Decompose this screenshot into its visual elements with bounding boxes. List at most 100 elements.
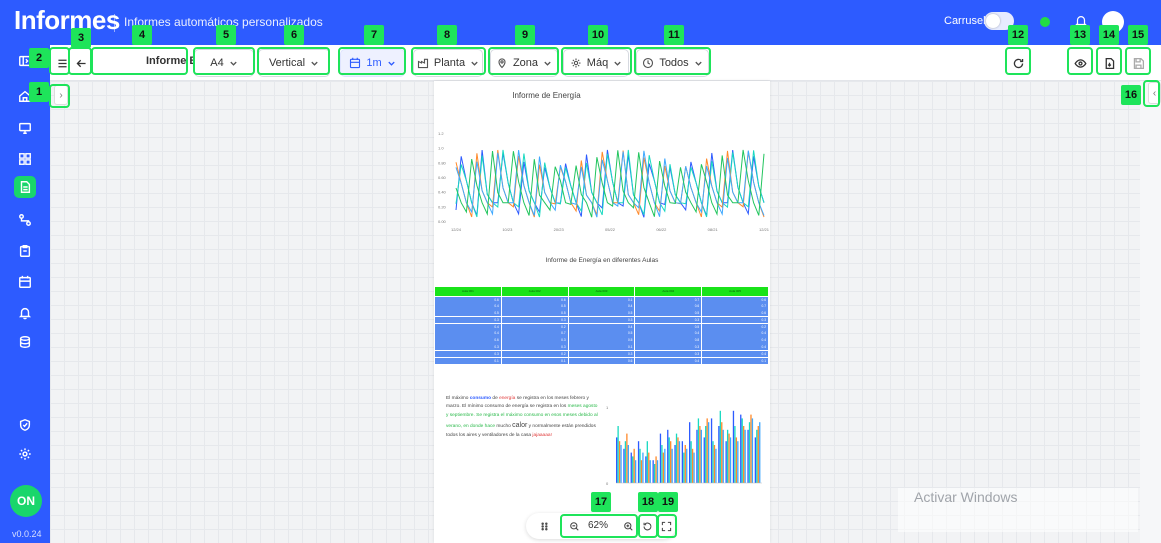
workflow-icon[interactable] (14, 209, 36, 231)
bar (659, 433, 662, 483)
marker-badge: 14 (1099, 25, 1119, 45)
y-tick-label: 0.20 (438, 204, 447, 209)
bar (648, 452, 650, 483)
bar (630, 452, 632, 483)
bar (719, 410, 721, 483)
bar (750, 414, 752, 483)
marker-badge: 1 (29, 82, 49, 102)
table-cell: 0.4 (435, 303, 501, 310)
reset-zoom-button[interactable] (639, 518, 655, 534)
reports-icon[interactable] (14, 176, 36, 198)
expand-left-panel-button[interactable]: › (54, 85, 68, 105)
location-pin-icon (498, 58, 506, 69)
bar (759, 422, 761, 483)
drag-handle-icon[interactable] (536, 518, 552, 534)
bar (653, 464, 656, 483)
table-header-cell: Aula 003 (568, 287, 635, 296)
table-cell: 0.3 (501, 344, 568, 351)
reset-icon (643, 522, 651, 530)
eye-icon (1073, 58, 1087, 68)
report-text-block[interactable]: El máximo consumo de energía se registra… (446, 395, 598, 441)
database-icon[interactable] (14, 331, 36, 353)
orientation-select[interactable]: Vertical (258, 49, 330, 77)
table-cell: 0.4 (435, 323, 501, 330)
clipboard-icon[interactable] (14, 240, 36, 262)
text-run: jajaaaaa! (532, 433, 552, 439)
watermark-text: Activar Windows (914, 489, 1018, 505)
energy-line-chart[interactable]: 0.00 0.20 0.40 0.60 0.80 1.0 1.2 12/24 10/23 20/2… (434, 121, 770, 236)
settings-gear-icon[interactable] (14, 443, 36, 465)
calendar-icon (350, 57, 361, 69)
table-cell: 0.5 (568, 337, 635, 344)
app-logo[interactable]: ON (10, 485, 42, 517)
maquina-filter-select[interactable]: Máq (563, 49, 629, 77)
table-cell: 0.4 (568, 323, 635, 330)
bar (729, 437, 732, 483)
bar (634, 460, 637, 483)
table-cell: 0.3 (568, 350, 635, 358)
calendar-icon[interactable] (14, 271, 36, 293)
bar (646, 441, 648, 483)
x-tick-label: 05/22 (605, 227, 616, 232)
bar (697, 418, 700, 483)
bar (743, 426, 745, 483)
bar (707, 422, 710, 483)
carousel-label: Carrusel (944, 15, 986, 27)
planta-filter-label: Planta (433, 57, 466, 69)
alerts-bell-icon[interactable] (14, 302, 36, 324)
planta-filter-select[interactable]: Planta (413, 49, 483, 77)
bar (620, 445, 622, 483)
zoom-control: 62% (526, 513, 676, 539)
zoom-in-icon (623, 521, 633, 531)
bar (715, 448, 717, 483)
bar (712, 441, 714, 483)
zona-filter-select[interactable]: Zona (490, 49, 558, 77)
back-button[interactable] (69, 51, 93, 75)
table-cell: 0.6 (435, 337, 501, 344)
bar (626, 433, 628, 483)
expand-right-panel-button[interactable]: ‹ (1148, 82, 1161, 104)
monitor-icon[interactable] (14, 117, 36, 139)
zoom-out-button[interactable] (566, 518, 582, 534)
zoom-in-button[interactable] (620, 518, 636, 534)
shield-check-icon[interactable] (14, 414, 36, 436)
marker-badge: 4 (132, 25, 152, 45)
time-filter-select[interactable]: Todos (636, 49, 709, 77)
dashboard-grid-icon[interactable] (14, 148, 36, 170)
table-cell: 0.4 (635, 330, 702, 337)
fullscreen-button[interactable] (658, 518, 674, 534)
factory-icon (417, 58, 428, 69)
table-cell: 0.3 (702, 316, 768, 324)
table-cell: 0.4 (635, 357, 702, 364)
energy-bar-chart[interactable]: 01 (602, 403, 766, 495)
export-pdf-button[interactable] (1097, 51, 1121, 75)
page-size-select[interactable]: A4 (194, 49, 254, 77)
zona-filter-label: Zona (512, 57, 539, 69)
bar (661, 445, 663, 483)
table-cell: 0.1 (568, 344, 635, 351)
preview-button[interactable] (1068, 51, 1092, 75)
table-cell: 0.3 (501, 316, 568, 324)
chevron-down-icon (614, 61, 621, 66)
bar (754, 437, 757, 483)
time-filter-label: Todos (659, 57, 689, 69)
bar (674, 445, 676, 483)
vertical-scrollbar[interactable] (1140, 81, 1161, 543)
period-select[interactable]: 1m (340, 49, 405, 77)
table-header-row: Aula 001 Aula 002 Aula 003 Aula 004 Aula 005 (435, 287, 769, 296)
top-bar: Informes Informes automáticos personaliz… (0, 0, 1161, 45)
table-cell: 0.6 (435, 296, 501, 303)
table-cell: 0.6 (702, 296, 768, 303)
bar (655, 456, 657, 483)
marker-badge: 11 (664, 25, 684, 45)
bar (623, 448, 625, 483)
report-page: Informe de Energía 0.00 0.20 0.40 0.60 0.80 1… (434, 81, 770, 543)
bar (637, 441, 640, 483)
table-cell: 0.4 (568, 303, 635, 310)
bar (624, 441, 627, 483)
table-cell: 0.3 (435, 350, 501, 358)
refresh-button[interactable] (1006, 51, 1030, 75)
text-run: calor (512, 422, 528, 430)
save-button[interactable] (1126, 51, 1150, 75)
bar (744, 429, 746, 483)
